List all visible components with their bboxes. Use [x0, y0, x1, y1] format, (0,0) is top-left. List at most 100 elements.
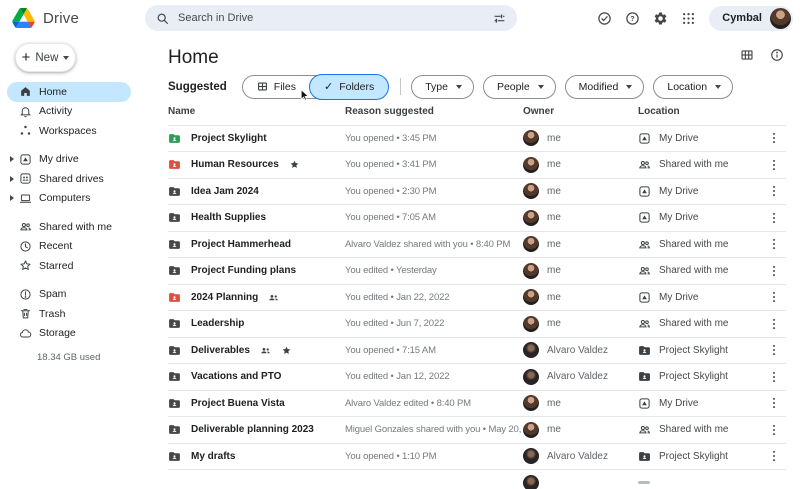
owner-avatar — [523, 236, 539, 252]
name-cell: My drafts — [168, 450, 345, 463]
owner-name: Alvaro Valdez — [547, 345, 608, 356]
more-options-icon[interactable] — [767, 449, 781, 463]
filter-chip-location[interactable]: Location — [653, 75, 733, 99]
shared-drives-icon — [19, 172, 32, 185]
location-label: Shared with me — [659, 265, 728, 276]
more-options-icon[interactable] — [767, 423, 781, 437]
new-button[interactable]: + New — [15, 43, 76, 72]
location-cell[interactable] — [638, 481, 762, 484]
sidebar-item-recent[interactable]: Recent — [7, 237, 131, 257]
expand-arrow-icon[interactable] — [10, 176, 19, 182]
starred-icon — [281, 345, 292, 356]
table-row-project-funding-plans[interactable]: Project Funding plansYou edited • Yester… — [168, 258, 786, 285]
advanced-search-icon[interactable] — [493, 12, 506, 25]
location-cell[interactable]: Shared with me — [638, 158, 762, 171]
drive-logo[interactable]: Drive — [12, 0, 79, 36]
location-cell[interactable]: My Drive — [638, 291, 762, 304]
table-row-partial — [168, 470, 786, 489]
location-cell[interactable]: Shared with me — [638, 423, 762, 436]
folders-toggle-button[interactable]: ✓ Folders — [309, 74, 389, 100]
location-cell[interactable]: Shared with me — [638, 264, 762, 277]
more-options-icon[interactable] — [767, 237, 781, 251]
location-label: My Drive — [659, 398, 698, 409]
sidebar-item-workspaces[interactable]: Workspaces — [7, 121, 131, 141]
location-cell[interactable]: My Drive — [638, 132, 762, 145]
table-row-project-skylight[interactable]: Project SkylightYou opened • 3:45 PMmeMy… — [168, 126, 786, 153]
sidebar-item-label: Shared with me — [39, 221, 112, 233]
name-cell: Deliverable planning 2023 — [168, 423, 345, 436]
more-options-icon[interactable] — [767, 131, 781, 145]
location-cell[interactable]: Shared with me — [638, 238, 762, 251]
shared-icon — [268, 292, 279, 303]
sidebar-item-storage[interactable]: Storage — [7, 324, 131, 344]
location-cell[interactable]: Shared with me — [638, 317, 762, 330]
settings-gear-icon[interactable] — [653, 11, 668, 26]
search-icon[interactable] — [156, 12, 169, 25]
apps-grid-icon[interactable] — [681, 11, 696, 26]
search-input[interactable] — [178, 12, 484, 24]
sidebar-item-shared-with-me[interactable]: Shared with me — [7, 217, 131, 237]
table-row-deliverable-planning-2023[interactable]: Deliverable planning 2023Miguel Gonzales… — [168, 417, 786, 444]
more-options-icon[interactable] — [767, 396, 781, 410]
location-label: My Drive — [659, 186, 698, 197]
owner-avatar — [523, 210, 539, 226]
table-row-my-drafts[interactable]: My draftsYou opened • 1:10 PMAlvaro Vald… — [168, 444, 786, 471]
table-row-health-supplies[interactable]: Health SuppliesYou opened • 7:05 AMmeMy … — [168, 205, 786, 232]
help-icon[interactable]: ? — [625, 11, 640, 26]
account-pill[interactable]: Cymbal — [709, 6, 793, 31]
location-cell[interactable]: My Drive — [638, 397, 762, 410]
expand-arrow-icon[interactable] — [10, 156, 19, 162]
sidebar-item-trash[interactable]: Trash — [7, 304, 131, 324]
location-cell[interactable]: My Drive — [638, 185, 762, 198]
file-name: Idea Jam 2024 — [191, 186, 259, 197]
owner-name: me — [547, 239, 561, 250]
location-label: Shared with me — [659, 159, 728, 170]
filter-chip-type[interactable]: Type — [411, 75, 474, 99]
table-row-project-hammerhead[interactable]: Project HammerheadAlvaro Valdez shared w… — [168, 232, 786, 259]
owner-cell: Alvaro Valdez — [523, 448, 638, 464]
owner-cell: me — [523, 289, 638, 305]
more-options-icon[interactable] — [767, 211, 781, 225]
table-row-vacations-and-pto[interactable]: Vacations and PTOYou edited • Jan 12, 20… — [168, 364, 786, 391]
workspaces-icon — [19, 124, 32, 137]
more-options-icon[interactable] — [767, 370, 781, 384]
table-row-2024-planning[interactable]: 2024 PlanningYou edited • Jan 22, 2022me… — [168, 285, 786, 312]
more-options-icon[interactable] — [767, 317, 781, 331]
table-row-project-buena-vista[interactable]: Project Buena VistaAlvaro Valdez edited … — [168, 391, 786, 418]
sidebar-item-starred[interactable]: Starred — [7, 256, 131, 276]
table-row-leadership[interactable]: LeadershipYou edited • Jun 7, 2022meShar… — [168, 311, 786, 338]
sidebar-item-label: Storage — [39, 327, 76, 339]
drive-location-icon — [638, 132, 651, 145]
search-bar[interactable] — [145, 5, 517, 31]
table-row-deliverables[interactable]: DeliverablesYou opened • 7:15 AMAlvaro V… — [168, 338, 786, 365]
offline-status-icon[interactable] — [597, 11, 612, 26]
more-options-icon[interactable] — [767, 264, 781, 278]
table-row-idea-jam-2024[interactable]: Idea Jam 2024You opened • 2:30 PMmeMy Dr… — [168, 179, 786, 206]
grid-view-icon[interactable] — [740, 48, 754, 62]
sidebar-item-home[interactable]: Home — [7, 82, 131, 102]
col-header-location: Location — [638, 106, 762, 117]
more-options-icon[interactable] — [767, 343, 781, 357]
sidebar-item-spam[interactable]: Spam — [7, 285, 131, 305]
file-name: Deliverables — [191, 345, 250, 356]
sidebar-item-shared-drives[interactable]: Shared drives — [7, 169, 131, 189]
location-cell[interactable]: Project Skylight — [638, 370, 762, 383]
owner-avatar — [523, 422, 539, 438]
location-cell[interactable]: Project Skylight — [638, 450, 762, 463]
location-cell[interactable]: My Drive — [638, 211, 762, 224]
files-toggle-button[interactable]: Files — [243, 76, 309, 98]
more-options-icon[interactable] — [767, 158, 781, 172]
sidebar-item-my-drive[interactable]: My drive — [7, 150, 131, 170]
sidebar-item-computers[interactable]: Computers — [7, 189, 131, 209]
more-options-icon[interactable] — [767, 184, 781, 198]
account-avatar[interactable] — [770, 8, 791, 29]
expand-arrow-icon[interactable] — [10, 195, 19, 201]
folder-icon — [168, 397, 181, 410]
location-cell[interactable]: Project Skylight — [638, 344, 762, 357]
filter-chip-modified[interactable]: Modified — [565, 75, 645, 99]
more-options-icon[interactable] — [767, 290, 781, 304]
filter-chip-people[interactable]: People — [483, 75, 556, 99]
sidebar-item-activity[interactable]: Activity — [7, 102, 131, 122]
info-icon[interactable] — [770, 48, 784, 62]
table-row-human-resources[interactable]: Human ResourcesYou opened • 3:41 PMmeSha… — [168, 152, 786, 179]
